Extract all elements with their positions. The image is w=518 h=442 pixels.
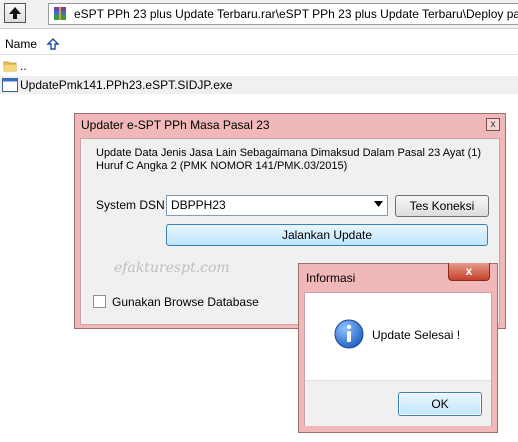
browse-database-checkbox[interactable] [93, 295, 106, 308]
info-message: Update Selesai ! [372, 328, 461, 342]
information-icon [334, 319, 364, 349]
folder-icon [3, 61, 17, 72]
column-name-header[interactable]: Name [5, 37, 37, 51]
parent-folder-label: .. [20, 59, 27, 73]
browse-database-label[interactable]: Gunakan Browse Database [112, 295, 259, 309]
info-close-button[interactable]: x [448, 263, 490, 281]
updater-description-line2: Huruf C Angka 2 (PMK NOMOR 141/PMK.03/20… [96, 160, 348, 172]
up-folder-button[interactable] [4, 3, 26, 23]
column-header [0, 32, 518, 55]
address-path: eSPT PPh 23 plus Update Terbaru.rar\eSPT… [74, 7, 518, 21]
executable-icon [2, 78, 18, 92]
ok-button[interactable]: OK [398, 392, 482, 416]
run-update-button[interactable]: Jalankan Update [166, 224, 488, 246]
sort-up-icon[interactable] [46, 37, 60, 51]
updater-description-line1: Update Data Jenis Jasa Lain Sebagaimana … [96, 147, 482, 159]
dsn-label: System DSN [96, 198, 165, 212]
test-connection-button[interactable]: Tes Koneksi [395, 195, 489, 217]
list-item-parent[interactable] [0, 58, 518, 76]
file-name: UpdatePmk141.PPh23.eSPT.SIDJP.exe [20, 78, 233, 92]
chevron-down-icon[interactable] [374, 201, 383, 207]
dsn-selected-value[interactable]: DBPPH23 [171, 198, 226, 212]
updater-close-button[interactable]: x [486, 118, 500, 131]
watermark-text: efakturespt.com [114, 260, 230, 276]
updater-title: Updater e-SPT PPh Masa Pasal 23 [81, 118, 270, 132]
info-title: Informasi [306, 271, 356, 285]
rar-archive-icon [54, 7, 66, 20]
up-arrow-icon [9, 7, 21, 19]
